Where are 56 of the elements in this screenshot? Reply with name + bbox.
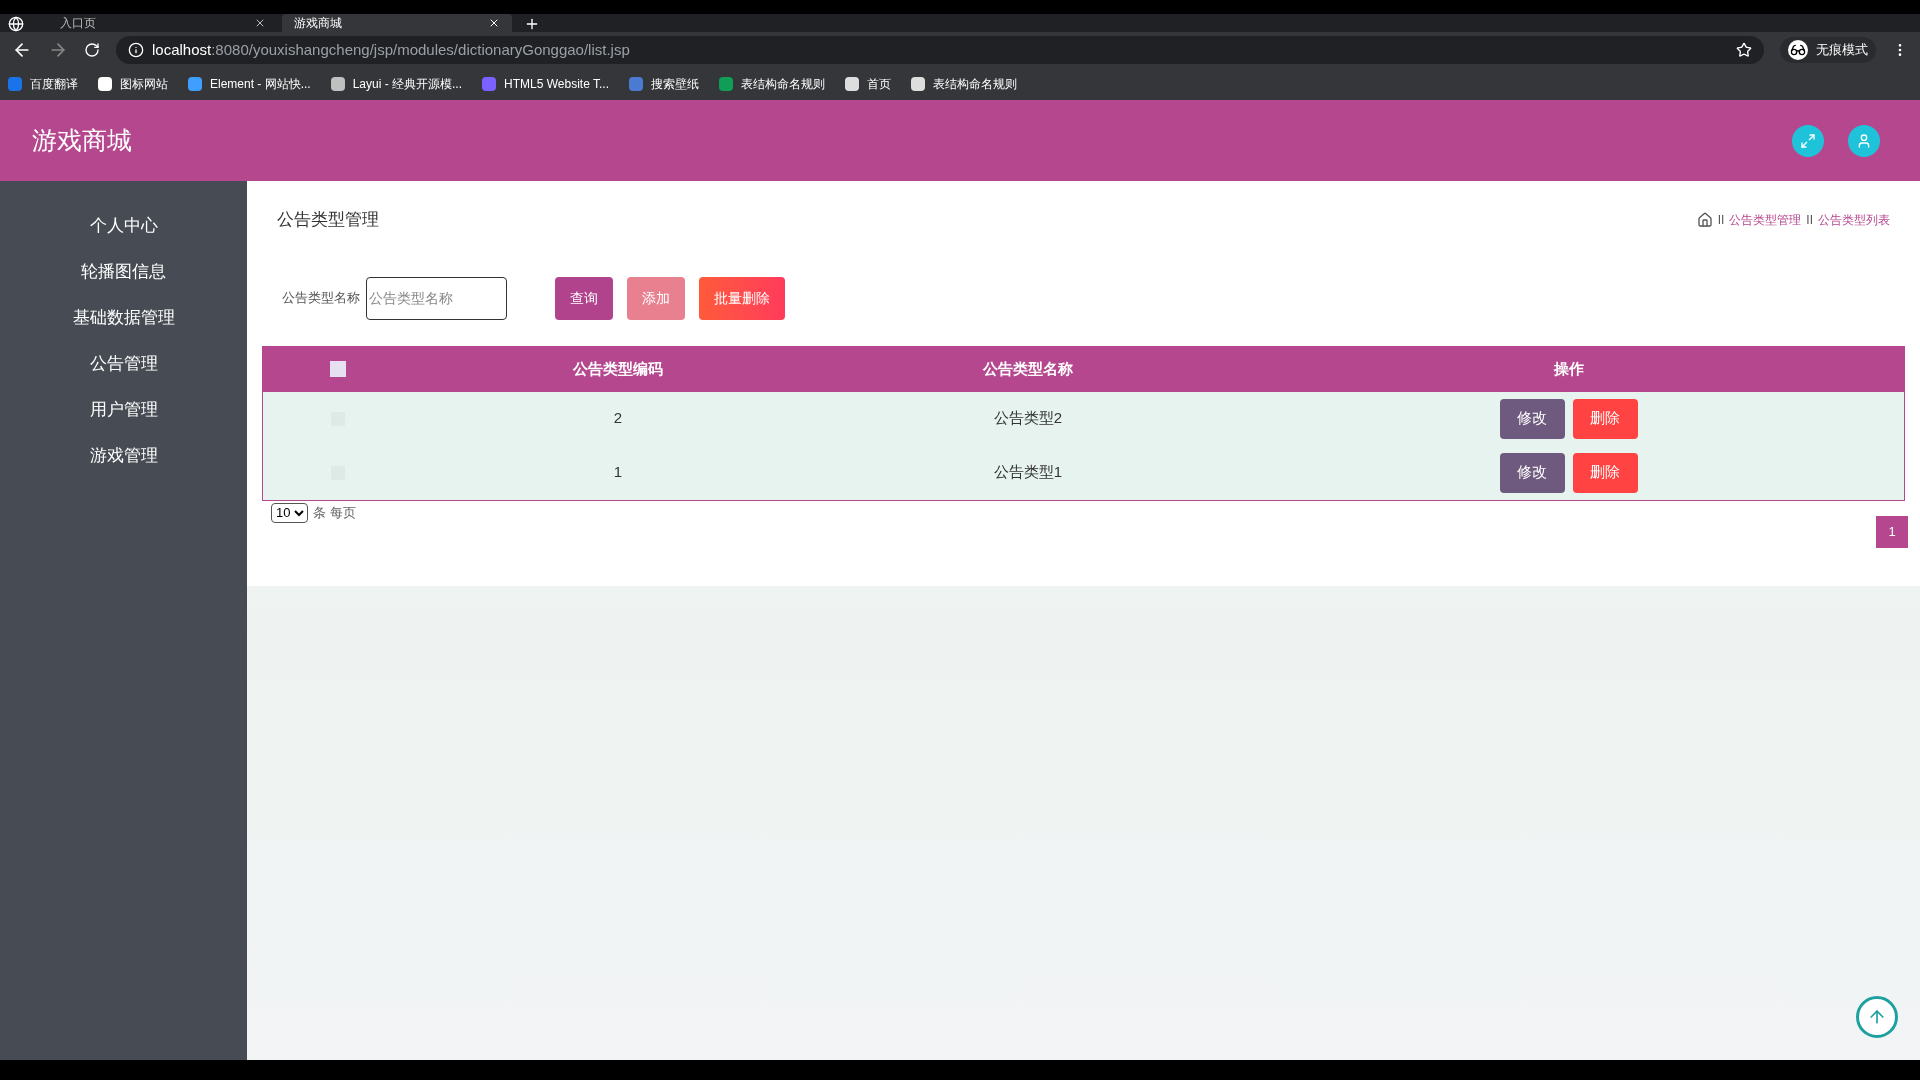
bookmark-link[interactable]: 表结构命名规则 bbox=[911, 75, 1017, 93]
home-icon[interactable] bbox=[1696, 211, 1713, 228]
breadcrumb-link[interactable]: 公告类型列表 bbox=[1818, 210, 1890, 229]
breadcrumb-separator: II bbox=[1806, 211, 1813, 229]
close-icon[interactable] bbox=[488, 17, 500, 29]
sidebar-item[interactable]: 轮播图信息 bbox=[81, 249, 166, 295]
profile-chip[interactable]: 无痕模式 bbox=[1780, 37, 1876, 63]
fullscreen-button[interactable] bbox=[1792, 124, 1824, 157]
sidebar-item[interactable]: 公告管理 bbox=[89, 341, 158, 387]
page-button[interactable]: 1 bbox=[1876, 515, 1908, 548]
sidebar-item[interactable]: 游戏管理 bbox=[89, 433, 158, 479]
page-size-label: 条 每页 bbox=[313, 503, 356, 522]
search-label: 公告类型名称 bbox=[282, 289, 360, 308]
table-cell-text: 公告类型2 bbox=[992, 408, 1064, 429]
browser-tab[interactable]: 游戏商城 bbox=[282, 14, 512, 32]
bookmark-link[interactable]: HTML5 Website T... bbox=[482, 75, 609, 93]
bookmark-link[interactable]: 首页 bbox=[845, 75, 891, 93]
bookmark-link[interactable]: 搜索壁纸 bbox=[629, 75, 699, 93]
browser-icon bbox=[8, 16, 24, 32]
bookmark-star-icon[interactable] bbox=[1736, 42, 1752, 58]
table-cell-text: 1 bbox=[612, 462, 624, 483]
sidebar-item[interactable]: 基础数据管理 bbox=[72, 295, 175, 341]
reload-icon[interactable] bbox=[84, 42, 100, 58]
user-icon bbox=[1856, 132, 1872, 149]
close-icon[interactable] bbox=[254, 17, 266, 29]
bookmark-link[interactable]: 百度翻译 bbox=[8, 75, 78, 93]
app-title: 游戏商城 bbox=[32, 124, 133, 156]
table-cell-text: 公告类型1 bbox=[992, 462, 1064, 483]
bookmark-link[interactable]: 图标网站 bbox=[98, 75, 168, 93]
column-header: 公告类型名称 bbox=[981, 358, 1074, 379]
incognito-icon bbox=[1788, 40, 1808, 60]
address-bar[interactable]: localhost:8080/youxishangcheng/jsp/modules/dictionaryGonggao/list.jsp bbox=[116, 36, 1764, 64]
sidebar-item[interactable]: 用户管理 bbox=[89, 387, 158, 433]
info-icon bbox=[128, 42, 144, 58]
select-all-checkbox[interactable] bbox=[330, 361, 346, 377]
action-button[interactable]: 查询 bbox=[555, 276, 613, 320]
user-button[interactable] bbox=[1848, 124, 1880, 157]
page-title: 公告类型管理 bbox=[277, 209, 380, 231]
table-cell-text: 2 bbox=[612, 408, 624, 429]
column-header: 公告类型编码 bbox=[571, 358, 664, 379]
sidebar-item[interactable]: 个人中心 bbox=[89, 203, 158, 249]
edit-button[interactable]: 修改 bbox=[1499, 398, 1565, 439]
search-field[interactable]: 公告类型名称 bbox=[366, 276, 507, 320]
bookmark-link[interactable]: Layui - 经典开源模... bbox=[330, 75, 463, 93]
breadcrumb-link[interactable]: 公告类型管理 bbox=[1729, 210, 1802, 229]
bookmark-link[interactable]: 表结构命名规则 bbox=[719, 75, 825, 93]
bookmark-link[interactable]: Element - 网站快... bbox=[188, 75, 311, 93]
scroll-top-button[interactable] bbox=[1856, 996, 1898, 1038]
column-header: 操作 bbox=[1552, 358, 1585, 379]
edit-button[interactable]: 修改 bbox=[1499, 452, 1565, 493]
browser-tab[interactable]: 入口页 bbox=[48, 14, 278, 32]
breadcrumb-separator: II bbox=[1717, 211, 1725, 229]
page-size-select[interactable]: 10 bbox=[271, 502, 308, 523]
url-text: localhost:8080/youxishangcheng/jsp/modules/dictionaryGonggao/list.jsp bbox=[152, 39, 630, 60]
new-tab-icon[interactable] bbox=[524, 16, 540, 32]
expand-icon bbox=[1800, 132, 1816, 149]
